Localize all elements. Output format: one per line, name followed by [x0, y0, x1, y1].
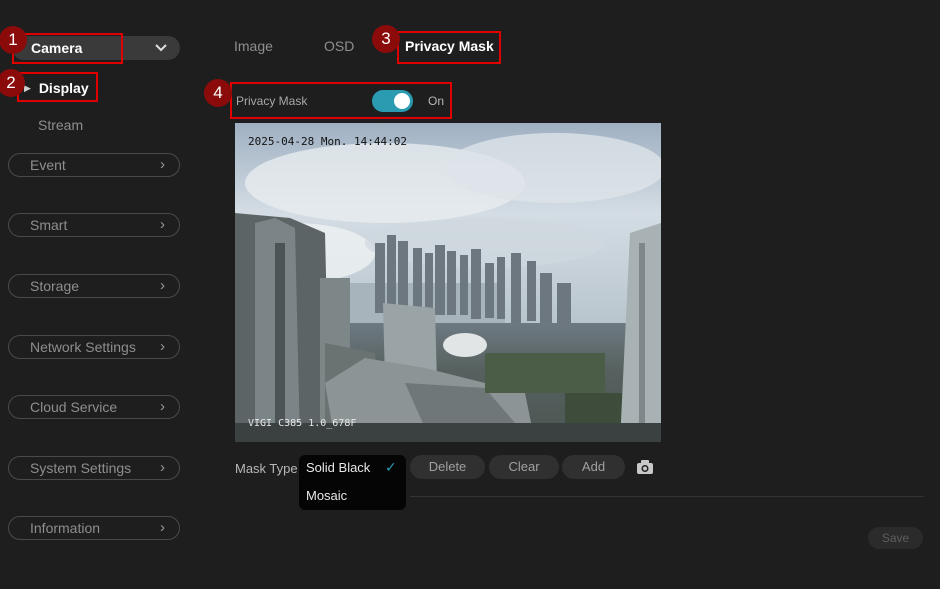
camera-preview[interactable]: 2025-04-28 Mon. 14:44:02 VIGI C385 1.0_6…	[235, 123, 661, 442]
dropdown-option-solid-black[interactable]: Solid Black	[306, 460, 370, 475]
sidebar-item-label: Information	[30, 520, 101, 536]
callout-badge-1: 1	[0, 26, 27, 54]
sidebar-item-label: Event	[30, 157, 66, 173]
chevron-right-icon: ›	[160, 519, 165, 536]
callout-box-camera	[12, 33, 123, 64]
sidebar-item-system-settings[interactable]: System Settings ›	[8, 456, 180, 480]
chevron-down-icon	[155, 37, 167, 66]
sidebar-item-label: Smart	[30, 217, 68, 233]
camera-icon[interactable]	[636, 459, 654, 478]
tab-image[interactable]: Image	[234, 38, 273, 54]
sidebar-item-smart[interactable]: Smart ›	[8, 213, 180, 237]
sidebar-item-network-settings[interactable]: Network Settings ›	[8, 335, 180, 359]
chevron-right-icon: ›	[160, 398, 165, 415]
callout-box-display	[17, 72, 98, 102]
check-icon: ✓	[385, 459, 397, 475]
camera-timestamp: 2025-04-28 Mon. 14:44:02	[248, 135, 407, 148]
callout-box-privacy-toggle	[230, 82, 452, 119]
sidebar-item-label: Network Settings	[30, 339, 136, 355]
mask-type-label: Mask Type	[235, 461, 298, 476]
option-label: Solid Black	[306, 460, 371, 475]
sidebar-item-event[interactable]: Event ›	[8, 153, 180, 177]
chevron-right-icon: ›	[160, 459, 165, 476]
sidebar-subitem-label: Stream	[38, 117, 84, 133]
callout-badge-4: 4	[204, 79, 232, 107]
delete-button[interactable]: Delete	[410, 455, 485, 479]
callout-badge-3: 3	[372, 25, 400, 53]
save-button[interactable]: Save	[868, 527, 923, 549]
sidebar-item-storage[interactable]: Storage ›	[8, 274, 180, 298]
option-label: Mosaic	[306, 488, 348, 503]
chevron-right-icon: ›	[160, 338, 165, 355]
mask-type-dropdown[interactable]: Solid Black ✓ Mosaic	[299, 455, 406, 510]
sidebar-item-information[interactable]: Information ›	[8, 516, 180, 540]
chevron-right-icon: ›	[160, 156, 165, 173]
camera-scene	[235, 123, 661, 442]
add-button[interactable]: Add	[562, 455, 625, 479]
clear-button[interactable]: Clear	[489, 455, 559, 479]
tab-label: OSD	[324, 38, 355, 54]
chevron-right-icon: ›	[160, 216, 165, 233]
sidebar-item-label: Cloud Service	[30, 399, 118, 415]
tab-label: Image	[234, 38, 273, 54]
sidebar-subitem-stream[interactable]: Stream	[38, 117, 83, 133]
divider	[410, 496, 924, 497]
callout-box-privacy-tab	[397, 31, 501, 64]
chevron-right-icon: ›	[160, 277, 165, 294]
dropdown-option-mosaic[interactable]: Mosaic	[306, 488, 347, 503]
tab-osd[interactable]: OSD	[324, 38, 354, 54]
camera-model-label: VIGI C385 1.0_678F	[248, 418, 357, 429]
sidebar-item-label: System Settings	[30, 460, 132, 476]
sidebar-item-label: Storage	[30, 278, 80, 294]
sidebar-item-cloud-service[interactable]: Cloud Service ›	[8, 395, 180, 419]
